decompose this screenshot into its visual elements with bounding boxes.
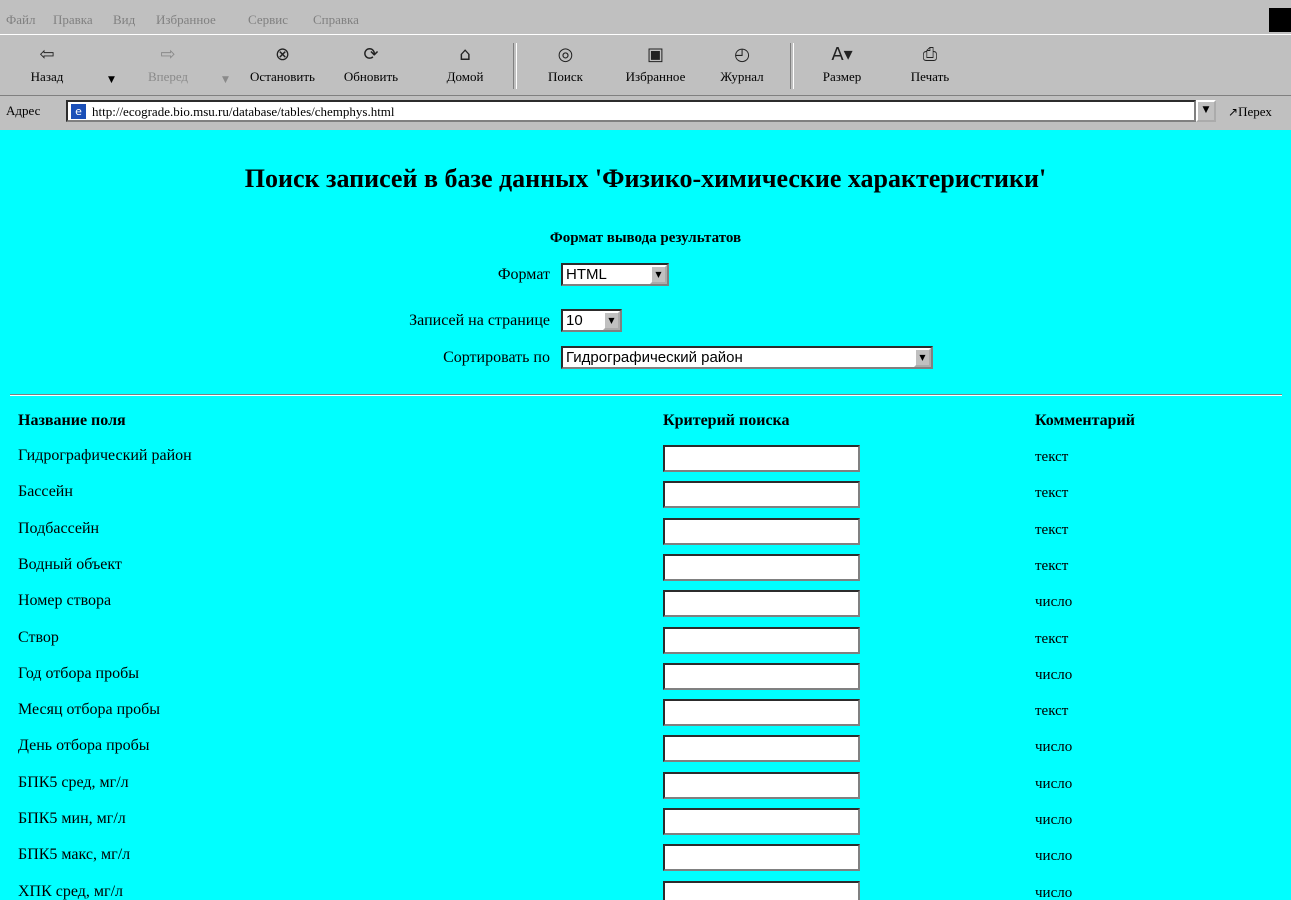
toolbar: ⇦ Назад ▼ ⇨ Вперед ▼ ⊗ Остановить ⟳ Обно… [0, 34, 1291, 96]
go-arrow-icon: ↗ [1228, 105, 1239, 119]
field-comment: число [1035, 812, 1073, 828]
favorites-folder-icon: ▣ [646, 44, 664, 65]
font-size-icon: A▾ [831, 44, 853, 65]
search-criteria-input[interactable] [663, 627, 860, 654]
field-comment: число [1035, 739, 1073, 755]
search-criteria-input[interactable] [663, 445, 860, 472]
field-comment: текст [1035, 449, 1069, 465]
field-comment: число [1035, 848, 1073, 864]
search-criteria-input[interactable] [663, 735, 860, 762]
menu-view[interactable]: Вид [113, 12, 135, 28]
field-name: Год отбора пробы [18, 665, 139, 682]
refresh-icon: ⟳ [363, 44, 379, 65]
history-button[interactable]: ◴ Журнал [712, 45, 772, 85]
address-bar: Адрес e http://ecograde.bio.msu.ru/datab… [0, 96, 1291, 130]
go-button[interactable]: ↗Перех [1228, 104, 1272, 120]
format-section-title: Формат вывода результатов [549, 230, 742, 246]
menu-file[interactable]: Файл [6, 12, 36, 28]
forward-arrow-icon: ⇨ [160, 44, 176, 65]
toolbar-separator [790, 43, 794, 89]
chevron-down-icon: ▼ [914, 348, 931, 367]
field-name: День отбора пробы [18, 737, 150, 754]
printer-icon: ⎙ [922, 44, 938, 65]
back-dropdown-icon[interactable]: ▼ [108, 75, 115, 85]
field-comment: текст [1035, 485, 1069, 501]
menu-bar: Файл Правка Вид Избранное Сервис Справка [0, 0, 1291, 34]
field-comment: число [1035, 667, 1073, 683]
format-select[interactable]: HTML ▼ [561, 263, 669, 286]
home-button[interactable]: ⌂ Домой [435, 45, 495, 85]
field-comment: текст [1035, 631, 1069, 647]
search-criteria-input[interactable] [663, 844, 860, 871]
search-criteria-input[interactable] [663, 772, 860, 799]
search-criteria-input[interactable] [663, 518, 860, 545]
page-title: Поиск записей в базе данных 'Физико-хими… [244, 164, 1047, 193]
field-name: БПК5 макс, мг/л [18, 846, 131, 863]
search-criteria-input[interactable] [663, 808, 860, 835]
search-criteria-input[interactable] [663, 481, 860, 508]
field-comment: число [1035, 885, 1073, 900]
field-comment: число [1035, 594, 1073, 610]
format-label: Формат [497, 266, 550, 283]
favorites-button[interactable]: ▣ Избранное [613, 45, 698, 85]
field-name: БПК5 мин, мг/л [18, 810, 126, 827]
sort-select[interactable]: Гидрографический район ▼ [561, 346, 933, 369]
search-icon: ◎ [557, 44, 574, 65]
field-name: БПК5 сред, мг/л [18, 774, 129, 791]
search-criteria-input[interactable] [663, 590, 860, 617]
windows-logo-icon [1269, 8, 1291, 32]
chevron-down-icon: ▼ [650, 265, 667, 284]
page-content: Поиск записей в базе данных 'Физико-хими… [0, 130, 1291, 900]
search-criteria-input[interactable] [663, 554, 860, 581]
field-comment: текст [1035, 703, 1069, 719]
toolbar-separator [513, 43, 517, 89]
sort-label: Сортировать по [443, 349, 550, 366]
print-button[interactable]: ⎙ Печать [900, 45, 960, 85]
field-name: Гидрографический район [18, 447, 192, 464]
field-name: Водный объект [18, 556, 122, 573]
search-button[interactable]: ◎ Поиск [538, 45, 593, 85]
font-size-button[interactable]: A▾ Размер [812, 45, 872, 85]
field-name: Подбассейн [18, 520, 100, 537]
address-input[interactable]: e http://ecograde.bio.msu.ru/database/ta… [66, 100, 1196, 122]
refresh-button[interactable]: ⟳ Обновить [335, 45, 407, 85]
search-criteria-input[interactable] [663, 699, 860, 726]
header-comment: Комментарий [1035, 412, 1136, 429]
back-button[interactable]: ⇦ Назад [22, 45, 72, 85]
header-field-name: Название поля [18, 412, 126, 429]
field-name: Номер створа [18, 592, 112, 609]
menu-favorites[interactable]: Избранное [156, 12, 216, 28]
field-name: Бассейн [18, 483, 73, 500]
forward-dropdown-icon[interactable]: ▼ [222, 75, 229, 85]
address-dropdown-icon[interactable]: ▼ [1196, 100, 1216, 122]
search-criteria-input[interactable] [663, 663, 860, 690]
field-comment: текст [1035, 522, 1069, 538]
address-url: http://ecograde.bio.msu.ru/database/tabl… [92, 104, 395, 119]
address-label: Адрес [6, 103, 41, 118]
menu-tools[interactable]: Сервис [248, 12, 288, 28]
menu-help[interactable]: Справка [313, 12, 359, 28]
stop-icon: ⊗ [274, 44, 291, 65]
field-comment: число [1035, 776, 1073, 792]
page-icon: e [71, 104, 86, 119]
search-criteria-input[interactable] [663, 881, 860, 900]
history-icon: ◴ [734, 44, 750, 65]
field-comment: текст [1035, 558, 1069, 574]
stop-button[interactable]: ⊗ Остановить [240, 45, 325, 85]
field-name: Месяц отбора пробы [18, 701, 161, 718]
header-search-criteria: Критерий поиска [663, 412, 790, 429]
back-arrow-icon: ⇦ [39, 44, 55, 65]
field-name: Створ [18, 629, 59, 646]
menu-edit[interactable]: Правка [53, 12, 93, 28]
per-page-select[interactable]: 10 ▼ [561, 309, 622, 332]
per-page-label: Записей на странице [409, 312, 550, 329]
field-name: ХПК сред, мг/л [18, 883, 124, 900]
forward-button[interactable]: ⇨ Вперед [138, 45, 198, 85]
home-icon: ⌂ [459, 44, 471, 65]
chevron-down-icon: ▼ [603, 311, 620, 330]
divider [10, 394, 1282, 396]
